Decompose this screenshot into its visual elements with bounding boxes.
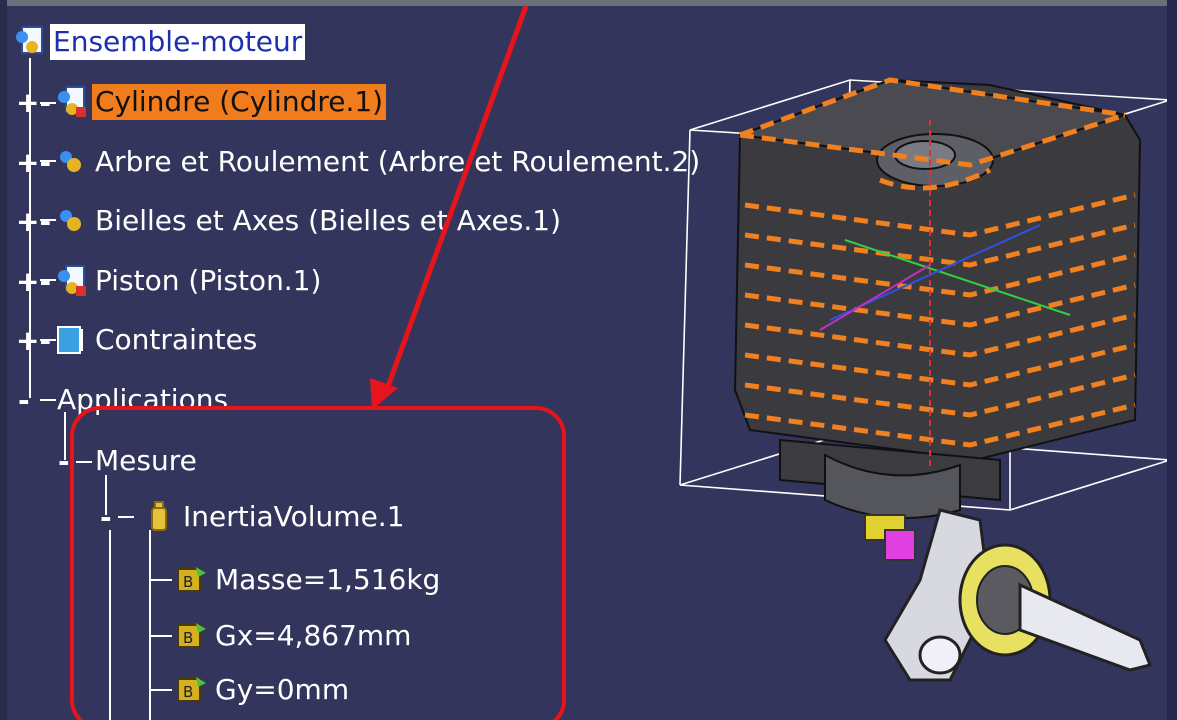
annotation-arrow — [383, 5, 529, 393]
annotation-overlay — [70, 5, 566, 720]
annotation-arrowhead-icon — [370, 378, 398, 410]
annotation-highlight-box — [70, 406, 566, 720]
